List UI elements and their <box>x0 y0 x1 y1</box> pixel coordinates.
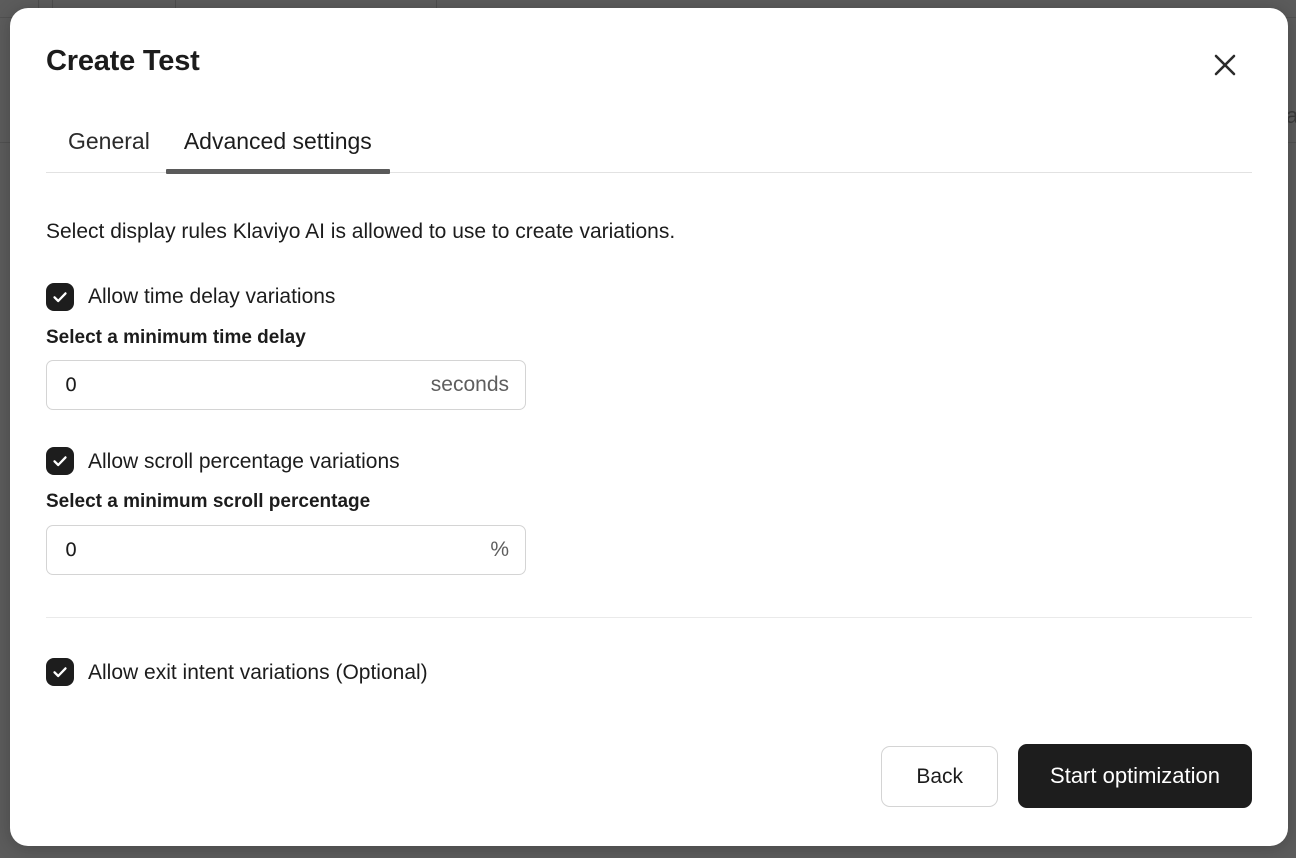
checkbox-label-scroll-percentage: Allow scroll percentage variations <box>88 449 400 474</box>
page-title: Create Test <box>46 46 200 78</box>
tab-bar: General Advanced settings <box>46 129 1252 173</box>
input-group-time-delay: seconds <box>46 360 526 410</box>
checkbox-row-scroll-percentage[interactable]: Allow scroll percentage variations <box>46 447 400 475</box>
field-label-time-delay: Select a minimum time delay <box>46 327 1252 350</box>
input-suffix-seconds: seconds <box>431 373 525 397</box>
scroll-percentage-input[interactable] <box>47 526 490 574</box>
description-text: Select display rules Klaviyo AI is allow… <box>46 218 1252 245</box>
close-button[interactable] <box>1208 48 1242 82</box>
input-suffix-percent: % <box>490 538 525 562</box>
checkbox-row-exit-intent[interactable]: Allow exit intent variations (Optional) <box>46 658 428 686</box>
checkbox-checked-icon[interactable] <box>46 283 74 311</box>
checkbox-label-exit-intent: Allow exit intent variations (Optional) <box>88 660 428 685</box>
checkbox-checked-icon[interactable] <box>46 447 74 475</box>
modal-footer: Back Start optimization <box>881 744 1252 808</box>
close-icon <box>1210 50 1240 80</box>
back-button[interactable]: Back <box>881 746 998 807</box>
tab-advanced-settings[interactable]: Advanced settings <box>184 129 372 172</box>
checkbox-row-time-delay[interactable]: Allow time delay variations <box>46 283 335 311</box>
checkbox-label-time-delay: Allow time delay variations <box>88 284 335 309</box>
create-test-modal: Create Test General Advanced settings Se… <box>10 8 1288 846</box>
section-divider <box>46 617 1252 618</box>
field-label-scroll-percentage: Select a minimum scroll percentage <box>46 491 1252 514</box>
tab-general[interactable]: General <box>68 129 150 172</box>
modal-body: Select display rules Klaviyo AI is allow… <box>10 218 1288 686</box>
modal-header: Create Test <box>10 8 1288 82</box>
start-optimization-button[interactable]: Start optimization <box>1018 744 1252 808</box>
input-group-scroll-percentage: % <box>46 525 526 575</box>
checkbox-checked-icon[interactable] <box>46 658 74 686</box>
time-delay-input[interactable] <box>47 361 431 409</box>
